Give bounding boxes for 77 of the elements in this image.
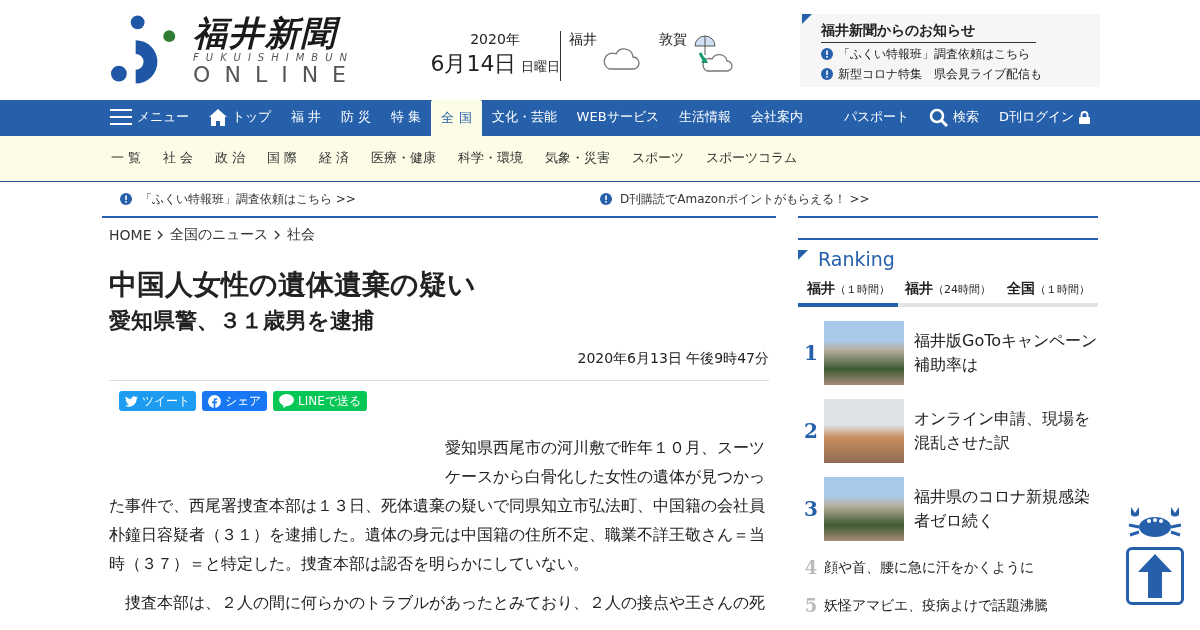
category-link[interactable]: 政 治 [203, 150, 256, 167]
logo-online: ONLINE [193, 62, 360, 87]
category-link[interactable]: 国 際 [255, 150, 308, 167]
category-link[interactable]: 社 会 [152, 150, 204, 167]
facebook-icon [208, 394, 221, 408]
nav-tab[interactable]: 防 災 [331, 100, 382, 134]
alert-link[interactable]: 「ふくい特報班」調査依頼はこちら >> [100, 190, 580, 208]
category-link[interactable]: 経 済 [307, 150, 360, 167]
ranking-tab[interactable]: 福井（１時間） [798, 274, 898, 307]
nav-tab[interactable]: 福 井 [281, 100, 332, 134]
category-link[interactable]: 科学・環境 [446, 150, 534, 167]
nav-tab[interactable]: WEBサービス [566, 100, 669, 134]
nav-tab[interactable]: 特 集 [381, 100, 432, 134]
chat-bubble-icon [279, 394, 294, 408]
ranking-headline[interactable]: オンライン申請、現場を混乱させた訳 [914, 407, 1098, 455]
article-subtitle: 愛知県警、３１歳男を逮捕 [109, 307, 375, 335]
date-year: 2020年 [470, 31, 520, 49]
search-button[interactable]: 検索 [919, 100, 989, 134]
back-to-top-button[interactable] [1126, 547, 1184, 605]
search-icon [929, 107, 948, 127]
arrow-up-icon [1138, 554, 1172, 598]
info-icon [821, 48, 833, 60]
rank-number: 5 [803, 594, 819, 616]
category-link[interactable]: スポーツ [620, 150, 695, 167]
ranking-tab[interactable]: 福井（24時間） [898, 274, 998, 307]
info-icon [600, 193, 612, 205]
article-datetime: 2020年6月13日 午後9時47分 [109, 350, 769, 381]
lock-icon [1079, 110, 1090, 124]
notice-title: 福井新聞からのお知らせ [821, 21, 1036, 43]
ranking-headline[interactable]: 福井版GoToキャンペーン補助率は [914, 329, 1098, 377]
menu-icon [110, 109, 132, 125]
breadcrumb-link[interactable]: 全国のニュース [170, 226, 269, 244]
rank-number: 1 [803, 341, 819, 365]
category-link[interactable]: 一 覧 [100, 150, 152, 167]
house-icon [209, 108, 227, 126]
passport-link[interactable]: パスポート [834, 100, 919, 134]
nav-tab[interactable]: 全 国 [431, 100, 482, 136]
ranking-headline[interactable]: 妖怪アマビエ、疫病よけで話題沸騰 [824, 593, 1098, 617]
category-link[interactable]: 医療・健康 [359, 150, 447, 167]
ranking-headline[interactable]: 福井県のコロナ新規感染者ゼロ続く [914, 485, 1098, 533]
notice-link[interactable]: 「ふくい特報班」調査依頼はこちら [838, 45, 1030, 63]
info-icon [821, 68, 833, 80]
chevron-icon [157, 230, 165, 240]
notice-link[interactable]: 新型コロナ特集 県会見ライブ配信も [838, 65, 1042, 83]
logo-title: 福井新聞 [193, 13, 360, 52]
rank-number: 2 [803, 419, 819, 443]
breadcrumb-link[interactable]: 社会 [287, 226, 316, 244]
date-weekday: 日曜日 [520, 58, 560, 76]
category-link[interactable]: スポーツコラム [694, 150, 808, 167]
share-button[interactable]: シェア [202, 391, 267, 411]
logo-romaji: FUKUISHIMBUN [193, 51, 355, 63]
home-link[interactable]: トップ [199, 100, 281, 134]
rank-number: 4 [803, 556, 819, 578]
date-day: 6月14日 [430, 49, 517, 79]
article-title: 中国人女性の遺体遺棄の疑い [109, 267, 477, 303]
ranking-tab[interactable]: 全国（１時間） [998, 274, 1098, 307]
alert-link[interactable]: D刊購読でAmazonポイントがもらえる！ >> [580, 190, 1060, 208]
article-paragraph: 捜査本部は、２人の間に何らかのトラブルがあったとみており、２人の接点や王さんの死 [124, 592, 766, 614]
category-link[interactable]: 気象・災害 [533, 150, 621, 167]
cloud-icon [601, 45, 641, 71]
nav-tab[interactable]: 生活情報 [668, 100, 741, 134]
login-link[interactable]: D刊ログイン [989, 100, 1100, 134]
corner-icon [802, 13, 812, 24]
info-icon [120, 193, 132, 205]
ranking-headline[interactable]: 顔や首、腰に急に汗をかくように [824, 555, 1098, 579]
article-paragraph: 愛知県西尾市の河川敷で昨年１０月、スーツケースから白骨化した女性の遺体が見つかった事件で、西尾署捜査本部は１３日、死体遺棄の疑いで同県知立市弘法町、中国籍の会社員朴鐘日容疑者（３１）を逮捕した。遺体の身元は中国籍の住所不定、職業不詳王敬さん＝当時（３７）＝と特定した。捜査本部は認否を明らかにしていない。 [109, 437, 766, 575]
nav-tab[interactable]: 文化・芸能 [481, 100, 567, 134]
weather-city: 福井 [569, 31, 597, 49]
chevron-icon [274, 230, 282, 240]
breadcrumb-link[interactable]: HOME [109, 227, 152, 243]
corner-icon [798, 250, 808, 260]
weather-city: 敦賀 [659, 31, 687, 49]
rank-number: 3 [803, 497, 819, 521]
nav-tab[interactable]: 会社案内 [740, 100, 813, 134]
menu-button[interactable]: メニュー [100, 100, 199, 134]
bird-icon [125, 395, 138, 407]
ranking-title: Ranking [818, 248, 895, 270]
